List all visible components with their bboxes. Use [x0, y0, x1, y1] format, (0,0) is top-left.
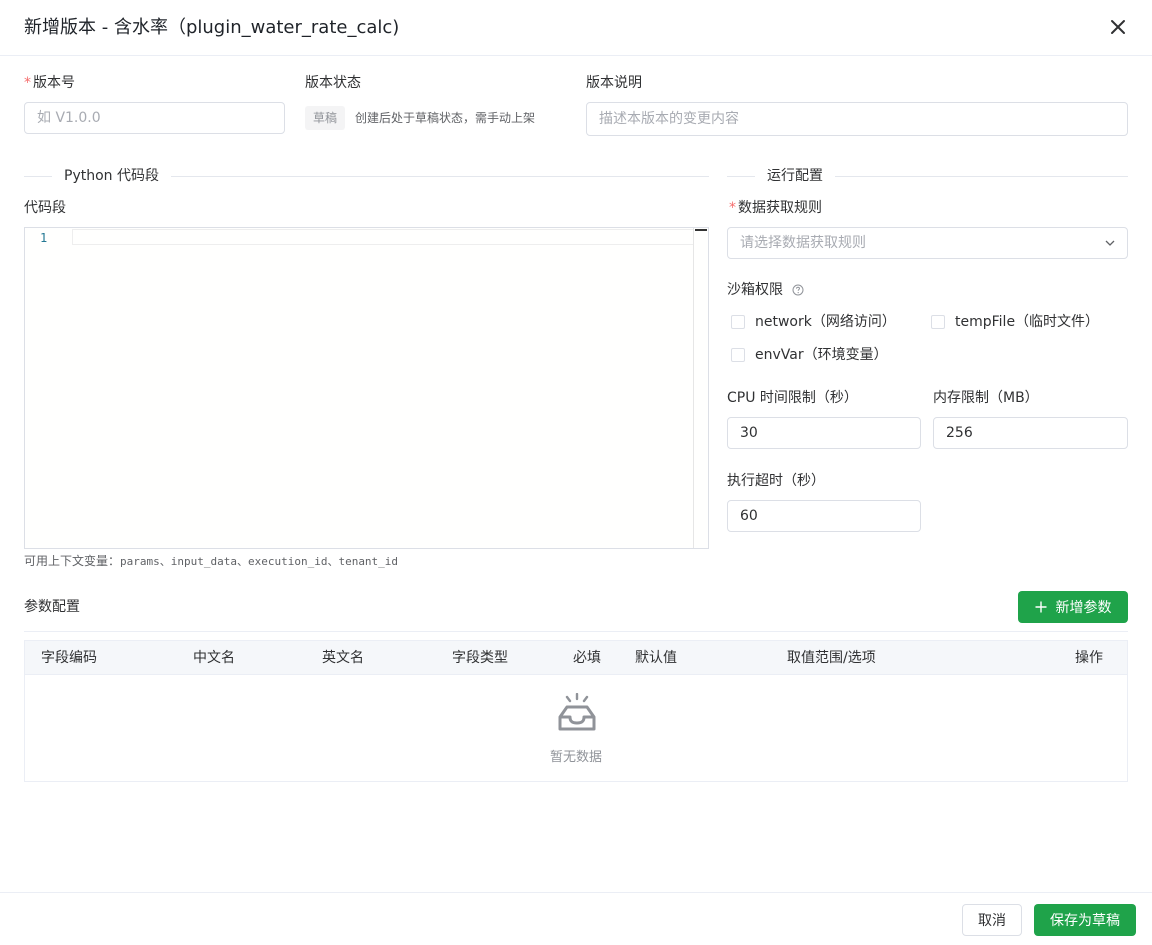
plus-icon [1035, 601, 1046, 613]
fetch-rule-placeholder: 请选择数据获取规则 [740, 235, 866, 251]
version-no-label: * 版本号 [24, 75, 75, 91]
sandbox-label-text: 沙箱权限 [727, 282, 783, 298]
envvar-label: envVar（环境变量） [755, 347, 888, 363]
version-no-input[interactable]: 如 V1.0.0 [24, 102, 285, 134]
version-desc-input[interactable]: 描述本版本的变更内容 [586, 102, 1128, 136]
cpu-limit-input[interactable]: 30 [727, 417, 921, 449]
timeout-input[interactable]: 60 [727, 500, 921, 532]
col-en-name: 英文名 [322, 650, 364, 666]
network-checkbox[interactable] [731, 315, 745, 329]
col-required: 必填 [573, 650, 601, 666]
question-circle-icon[interactable] [792, 284, 804, 296]
required-mark: * [24, 75, 31, 91]
header-divider [0, 55, 1152, 56]
col-field-type: 字段类型 [452, 650, 508, 666]
editor-scrollbar[interactable] [693, 228, 694, 548]
version-no-placeholder: 如 V1.0.0 [37, 110, 101, 126]
add-param-label: 新增参数 [1055, 600, 1112, 616]
col-cn-name: 中文名 [193, 650, 235, 666]
memory-limit-label: 内存限制（MB） [933, 390, 1039, 406]
code-field-label: 代码段 [24, 200, 66, 216]
line-number: 1 [40, 231, 48, 245]
col-actions: 操作 [1075, 650, 1103, 666]
params-divider [24, 631, 1128, 632]
sandbox-label: 沙箱权限 [727, 280, 804, 300]
status-badge: 草稿 [305, 106, 346, 130]
sandbox-option-envvar[interactable]: envVar（环境变量） [731, 345, 888, 365]
required-mark: * [729, 200, 736, 216]
context-vars-hint: 可用上下文变量：params、input_data、execution_id、t… [24, 553, 398, 570]
editor-overview-ruler [695, 229, 707, 231]
close-icon [1111, 20, 1125, 34]
fetch-rule-select[interactable]: 请选择数据获取规则 [727, 227, 1128, 259]
footer-divider [0, 892, 1152, 893]
code-section-title: Python 代码段 [52, 166, 171, 186]
empty-text: 暂无数据 [549, 750, 602, 765]
cancel-button[interactable]: 取消 [962, 904, 1022, 936]
memory-limit-input[interactable]: 256 [933, 417, 1128, 449]
current-line-highlight [72, 229, 694, 245]
table-header: 字段编码 中文名 英文名 字段类型 必填 默认值 取值范围/选项 操作 [25, 641, 1127, 675]
cpu-limit-label: CPU 时间限制（秒） [727, 390, 858, 406]
save-draft-button[interactable]: 保存为草稿 [1034, 904, 1136, 936]
dialog-title: 新增版本 - 含水率（plugin_water_rate_calc) [24, 17, 400, 38]
fetch-rule-label: * 数据获取规则 [729, 200, 822, 216]
add-param-button[interactable]: 新增参数 [1018, 591, 1128, 623]
version-desc-label: 版本说明 [586, 75, 642, 91]
tempfile-label: tempFile（临时文件） [955, 314, 1100, 330]
context-hint-prefix: 可用上下文变量： [24, 554, 121, 568]
code-editor[interactable]: 1 [24, 227, 709, 549]
version-desc-placeholder: 描述本版本的变更内容 [599, 111, 739, 127]
network-label: network（网络访问） [755, 314, 896, 330]
col-default: 默认值 [635, 650, 677, 666]
col-field-code: 字段编码 [41, 650, 97, 666]
tempfile-checkbox[interactable] [931, 315, 945, 329]
run-config-title: 运行配置 [755, 166, 835, 186]
chevron-down-icon [1105, 240, 1115, 246]
params-table: 字段编码 中文名 英文名 字段类型 必填 默认值 取值范围/选项 操作 暂无数据 [24, 640, 1128, 782]
params-title: 参数配置 [24, 599, 80, 615]
envvar-checkbox[interactable] [731, 348, 745, 362]
empty-inbox-icon [558, 693, 596, 731]
sandbox-option-network[interactable]: network（网络访问） [731, 312, 896, 332]
version-status-label: 版本状态 [305, 75, 361, 91]
status-hint: 创建后处于草稿状态，需手动上架 [355, 111, 536, 125]
context-vars: params、input_data、execution_id、tenant_id [120, 555, 399, 568]
close-button[interactable] [1106, 15, 1130, 39]
col-range: 取值范围/选项 [787, 650, 876, 666]
timeout-label: 执行超时（秒） [727, 473, 825, 489]
sandbox-option-tempfile[interactable]: tempFile（临时文件） [931, 312, 1099, 332]
